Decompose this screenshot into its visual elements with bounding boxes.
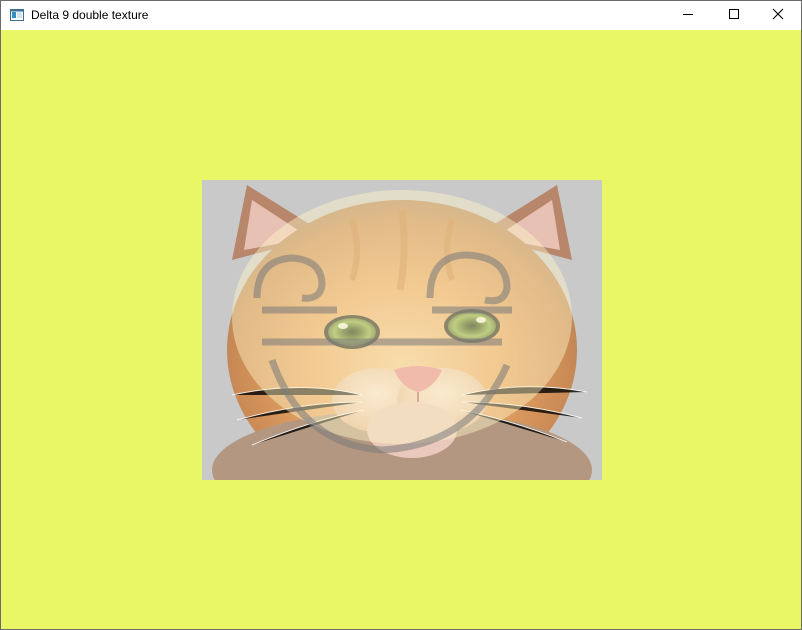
app-window: Delta 9 double texture: [0, 0, 802, 630]
app-window-icon: [10, 8, 24, 21]
window-title: Delta 9 double texture: [31, 8, 149, 22]
minimize-button[interactable]: [665, 1, 711, 30]
title-bar[interactable]: Delta 9 double texture: [1, 1, 801, 30]
close-icon: [772, 7, 784, 25]
minimize-icon: [682, 7, 694, 25]
textured-quad: [202, 180, 602, 480]
close-button[interactable]: [755, 1, 801, 30]
render-surface: [1, 30, 801, 629]
maximize-button[interactable]: [711, 1, 757, 30]
maximize-icon: [728, 7, 740, 25]
